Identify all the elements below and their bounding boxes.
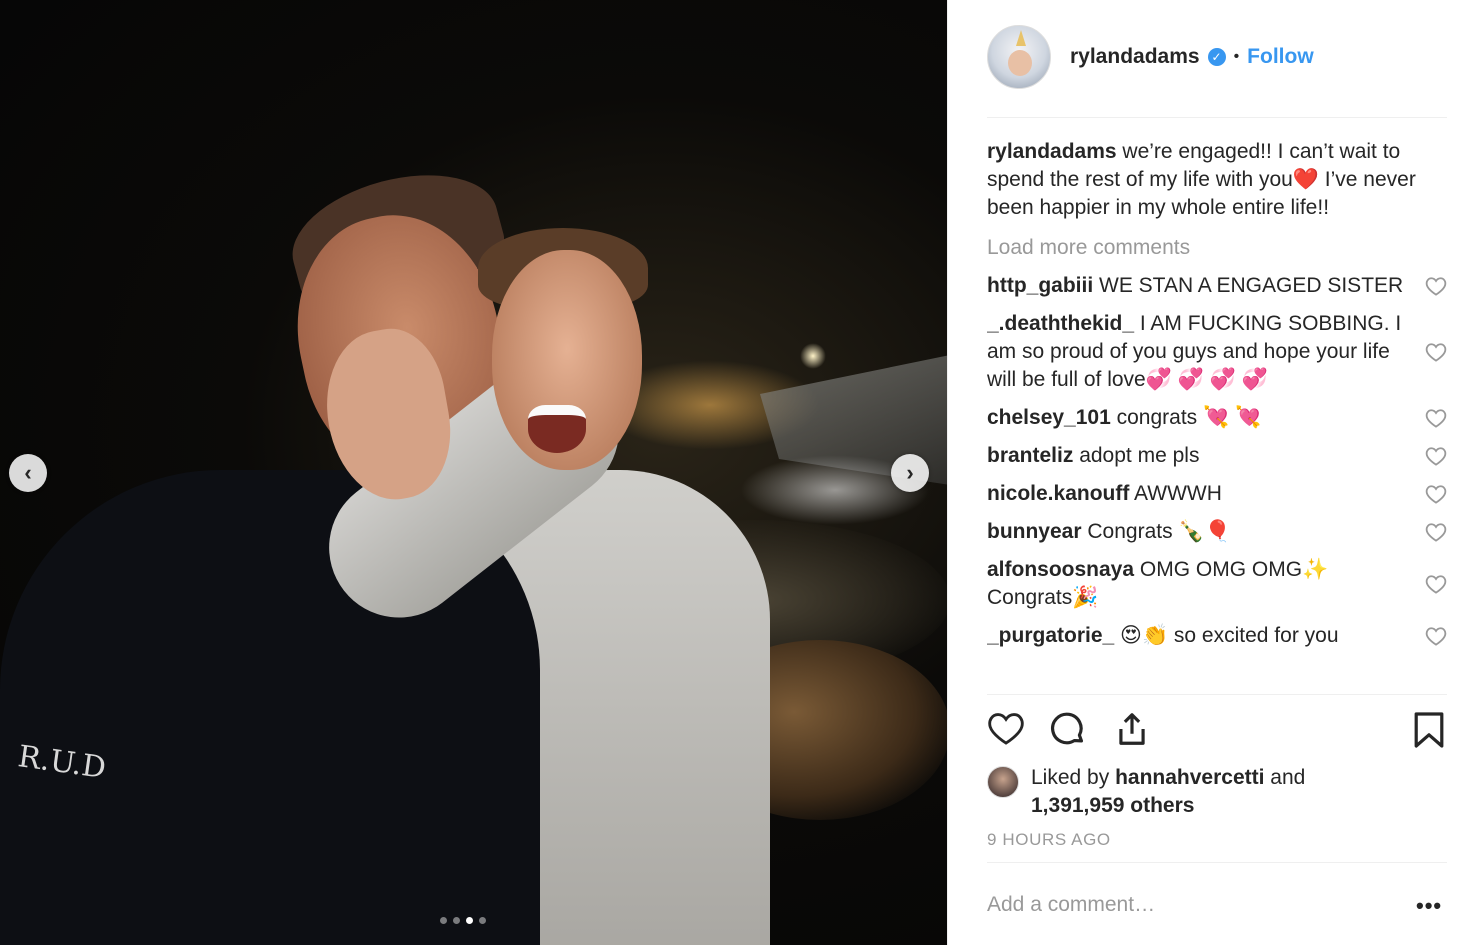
comments-divider bbox=[987, 694, 1447, 695]
comment-like-heart-icon[interactable] bbox=[1425, 626, 1447, 646]
header-separator: • bbox=[1233, 48, 1240, 65]
comment-row: nicole.kanouff AWWWH bbox=[987, 480, 1447, 508]
carousel-dot[interactable] bbox=[440, 917, 447, 924]
post-side-panel: rylandadams ✓ • Follow rylandadams we’re… bbox=[947, 0, 1473, 945]
chevron-left-icon: ‹ bbox=[24, 460, 32, 485]
like-heart-icon[interactable] bbox=[987, 710, 1025, 746]
action-bar bbox=[987, 708, 1447, 756]
comment-row: branteliz adopt me pls bbox=[987, 442, 1447, 470]
likes-summary: Liked by hannahvercetti and 1,391,959 ot… bbox=[987, 764, 1447, 820]
liked-by-prefix: Liked by bbox=[1031, 766, 1110, 789]
liker-avatar[interactable] bbox=[987, 766, 1019, 798]
liked-by-username[interactable]: hannahvercetti bbox=[1115, 766, 1264, 789]
more-options-icon[interactable]: ••• bbox=[1416, 893, 1442, 919]
author-avatar[interactable] bbox=[987, 25, 1051, 89]
carousel-dot[interactable] bbox=[453, 917, 460, 924]
follow-button[interactable]: Follow bbox=[1247, 45, 1314, 69]
comment-username[interactable]: http_gabiii bbox=[987, 274, 1093, 297]
post-timestamp: 9 HOURS AGO bbox=[987, 830, 1111, 849]
comment-row: _.deaththekid_ I AM FUCKING SOBBING. I a… bbox=[987, 310, 1447, 394]
likes-count[interactable]: 1,391,959 others bbox=[1031, 794, 1194, 817]
person-right-smile bbox=[528, 405, 586, 453]
post-photo[interactable]: R.U.D ‹ › bbox=[0, 0, 947, 945]
comment-like-heart-icon[interactable] bbox=[1425, 484, 1447, 504]
street-lamp bbox=[800, 343, 826, 369]
comment-username[interactable]: _.deaththekid_ bbox=[987, 312, 1134, 335]
comment-username[interactable]: _purgatorie_ bbox=[987, 624, 1114, 647]
carousel-prev-button[interactable]: ‹ bbox=[9, 454, 47, 492]
post-caption: rylandadams we’re engaged!! I can’t wait… bbox=[987, 138, 1447, 222]
comment-like-heart-icon[interactable] bbox=[1425, 408, 1447, 428]
comment-bubble-icon[interactable] bbox=[1049, 710, 1087, 748]
comment-like-heart-icon[interactable] bbox=[1425, 574, 1447, 594]
comment-username[interactable]: chelsey_101 bbox=[987, 406, 1111, 429]
comment-like-heart-icon[interactable] bbox=[1425, 342, 1447, 362]
comment-row: chelsey_101 congrats 💘 💘 bbox=[987, 404, 1447, 432]
verified-badge-icon: ✓ bbox=[1207, 48, 1226, 66]
carousel-dot[interactable] bbox=[466, 917, 473, 924]
header-divider bbox=[987, 117, 1447, 118]
comment-text: Congrats 🍾🎈 bbox=[1087, 520, 1231, 543]
comment-username[interactable]: branteliz bbox=[987, 444, 1073, 467]
save-bookmark-icon[interactable] bbox=[1413, 710, 1445, 750]
comment-username[interactable]: bunnyear bbox=[987, 520, 1082, 543]
carousel-next-button[interactable]: › bbox=[891, 454, 929, 492]
author-username[interactable]: rylandadams bbox=[1070, 45, 1200, 69]
sleeve-print: R.U.D bbox=[16, 738, 108, 786]
comment-text: WE STAN A ENGAGED SISTER bbox=[1099, 274, 1404, 297]
comment-like-heart-icon[interactable] bbox=[1425, 276, 1447, 296]
liked-by-and: and bbox=[1270, 766, 1306, 789]
comment-row: alfonsoosnaya OMG OMG OMG✨ Congrats🎉 bbox=[987, 556, 1447, 612]
share-icon[interactable] bbox=[1113, 710, 1151, 748]
comment-text: congrats 💘 💘 bbox=[1116, 406, 1262, 429]
comment-username[interactable]: alfonsoosnaya bbox=[987, 558, 1134, 581]
comment-like-heart-icon[interactable] bbox=[1425, 446, 1447, 466]
comment-username[interactable]: nicole.kanouff bbox=[987, 482, 1129, 505]
comment-text: adopt me pls bbox=[1079, 444, 1200, 467]
comment-row: bunnyear Congrats 🍾🎈 bbox=[987, 518, 1447, 546]
comment-text: 😍👏 so excited for you bbox=[1120, 624, 1339, 647]
post-header: rylandadams ✓ • Follow bbox=[987, 25, 1447, 89]
carousel-dot[interactable] bbox=[479, 917, 486, 924]
add-comment-input[interactable]: Add a comment… bbox=[987, 893, 1155, 917]
footer-divider bbox=[987, 862, 1447, 863]
comment-row: http_gabiii WE STAN A ENGAGED SISTER bbox=[987, 272, 1447, 300]
chevron-right-icon: › bbox=[906, 460, 914, 485]
comments-list[interactable]: rylandadams we’re engaged!! I can’t wait… bbox=[987, 138, 1447, 694]
carousel-indicator bbox=[440, 917, 486, 924]
comment-like-heart-icon[interactable] bbox=[1425, 522, 1447, 542]
caption-username[interactable]: rylandadams bbox=[987, 140, 1117, 163]
comment-text: AWWWH bbox=[1134, 482, 1222, 505]
load-more-comments-button[interactable]: Load more comments bbox=[987, 234, 1447, 262]
comment-row: _purgatorie_ 😍👏 so excited for you bbox=[987, 622, 1447, 650]
